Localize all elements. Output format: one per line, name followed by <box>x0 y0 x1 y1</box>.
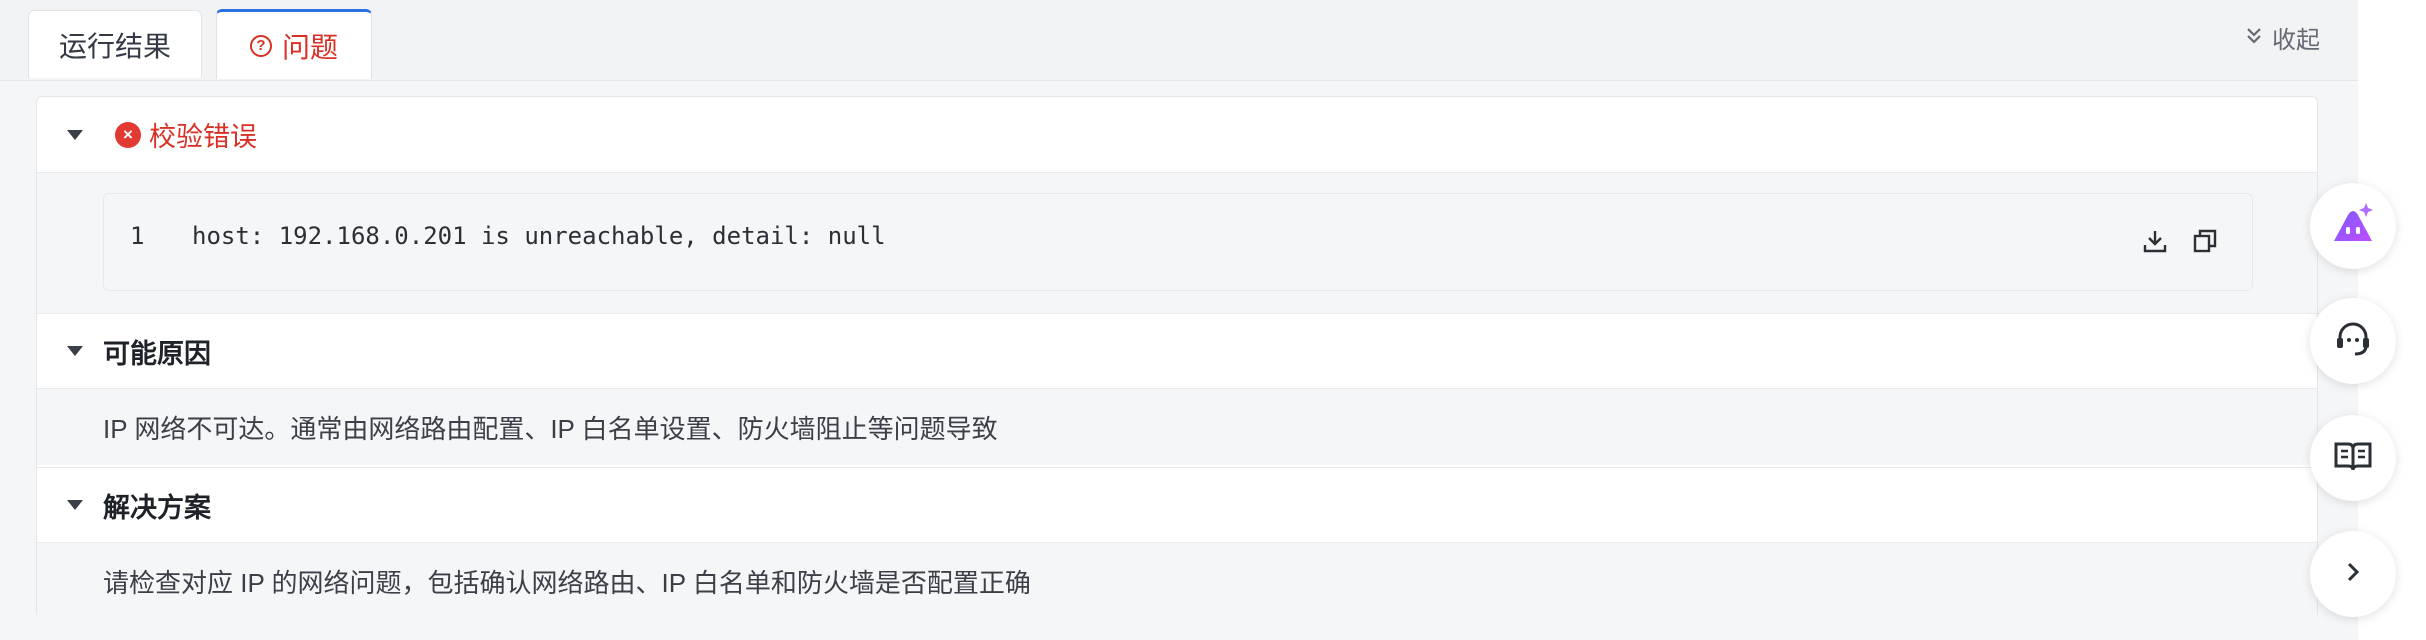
tab-bar: 运行结果 ? 问题 收起 <box>0 0 2358 81</box>
tab-problems-label: 问题 <box>281 31 338 63</box>
caret-down-icon[interactable] <box>67 129 83 140</box>
line-number: 1 <box>130 222 145 250</box>
copy-icon[interactable] <box>2192 228 2218 254</box>
support-button[interactable] <box>2310 298 2396 384</box>
cause-text: IP 网络不可达。通常由网络路由配置、IP 白名单设置、防火墙阻止等问题导致 <box>103 413 998 444</box>
chevron-right-icon <box>2343 560 2363 589</box>
ai-assistant-icon <box>2330 201 2376 252</box>
caret-down-icon[interactable] <box>67 500 83 510</box>
cause-section-header[interactable]: 可能原因 <box>37 313 2317 389</box>
caret-down-icon[interactable] <box>67 346 83 356</box>
ai-assistant-button[interactable] <box>2310 183 2396 269</box>
error-section-title: 校验错误 <box>149 122 257 152</box>
cause-section-title: 可能原因 <box>103 338 211 369</box>
solution-section-body: 请检查对应 IP 的网络问题，包括确认网络路由、IP 白名单和防火墙是否配置正确 <box>37 543 2317 619</box>
error-section-body: 1 host: 192.168.0.201 is unreachable, de… <box>37 173 2317 313</box>
download-icon[interactable] <box>2142 228 2168 254</box>
collapse-button[interactable]: 收起 <box>2246 20 2320 55</box>
solution-section-title: 解决方案 <box>103 492 211 523</box>
cause-section-body: IP 网络不可达。通常由网络路由配置、IP 白名单设置、防火墙阻止等问题导致 <box>37 389 2317 465</box>
expand-sidebar-button[interactable] <box>2310 531 2396 617</box>
solution-section-header[interactable]: 解决方案 <box>37 467 2317 543</box>
collapse-label: 收起 <box>2272 27 2320 54</box>
problem-card: × 校验错误 1 host: 192.168.0.201 is unreacha… <box>36 96 2318 619</box>
error-section-header[interactable]: × 校验错误 <box>37 97 2317 173</box>
docs-button[interactable] <box>2310 415 2396 501</box>
error-circle-icon: × <box>115 121 141 148</box>
tab-run-result-label: 运行结果 <box>58 30 171 62</box>
tab-run-result[interactable]: 运行结果 <box>28 10 202 78</box>
main-panel: 运行结果 ? 问题 收起 × 校验错误 1 host: 192.168.0.20… <box>0 0 2358 640</box>
headset-icon <box>2333 319 2373 364</box>
chevron-double-down-icon <box>2246 27 2262 49</box>
question-circle-icon: ? <box>249 34 272 57</box>
book-icon <box>2333 436 2373 481</box>
code-line: host: 192.168.0.201 is unreachable, deta… <box>192 222 886 250</box>
tab-problems[interactable]: ? 问题 <box>216 9 372 79</box>
solution-text: 请检查对应 IP 的网络问题，包括确认网络路由、IP 白名单和防火墙是否配置正确 <box>103 567 1031 598</box>
code-block: 1 host: 192.168.0.201 is unreachable, de… <box>103 193 2253 291</box>
